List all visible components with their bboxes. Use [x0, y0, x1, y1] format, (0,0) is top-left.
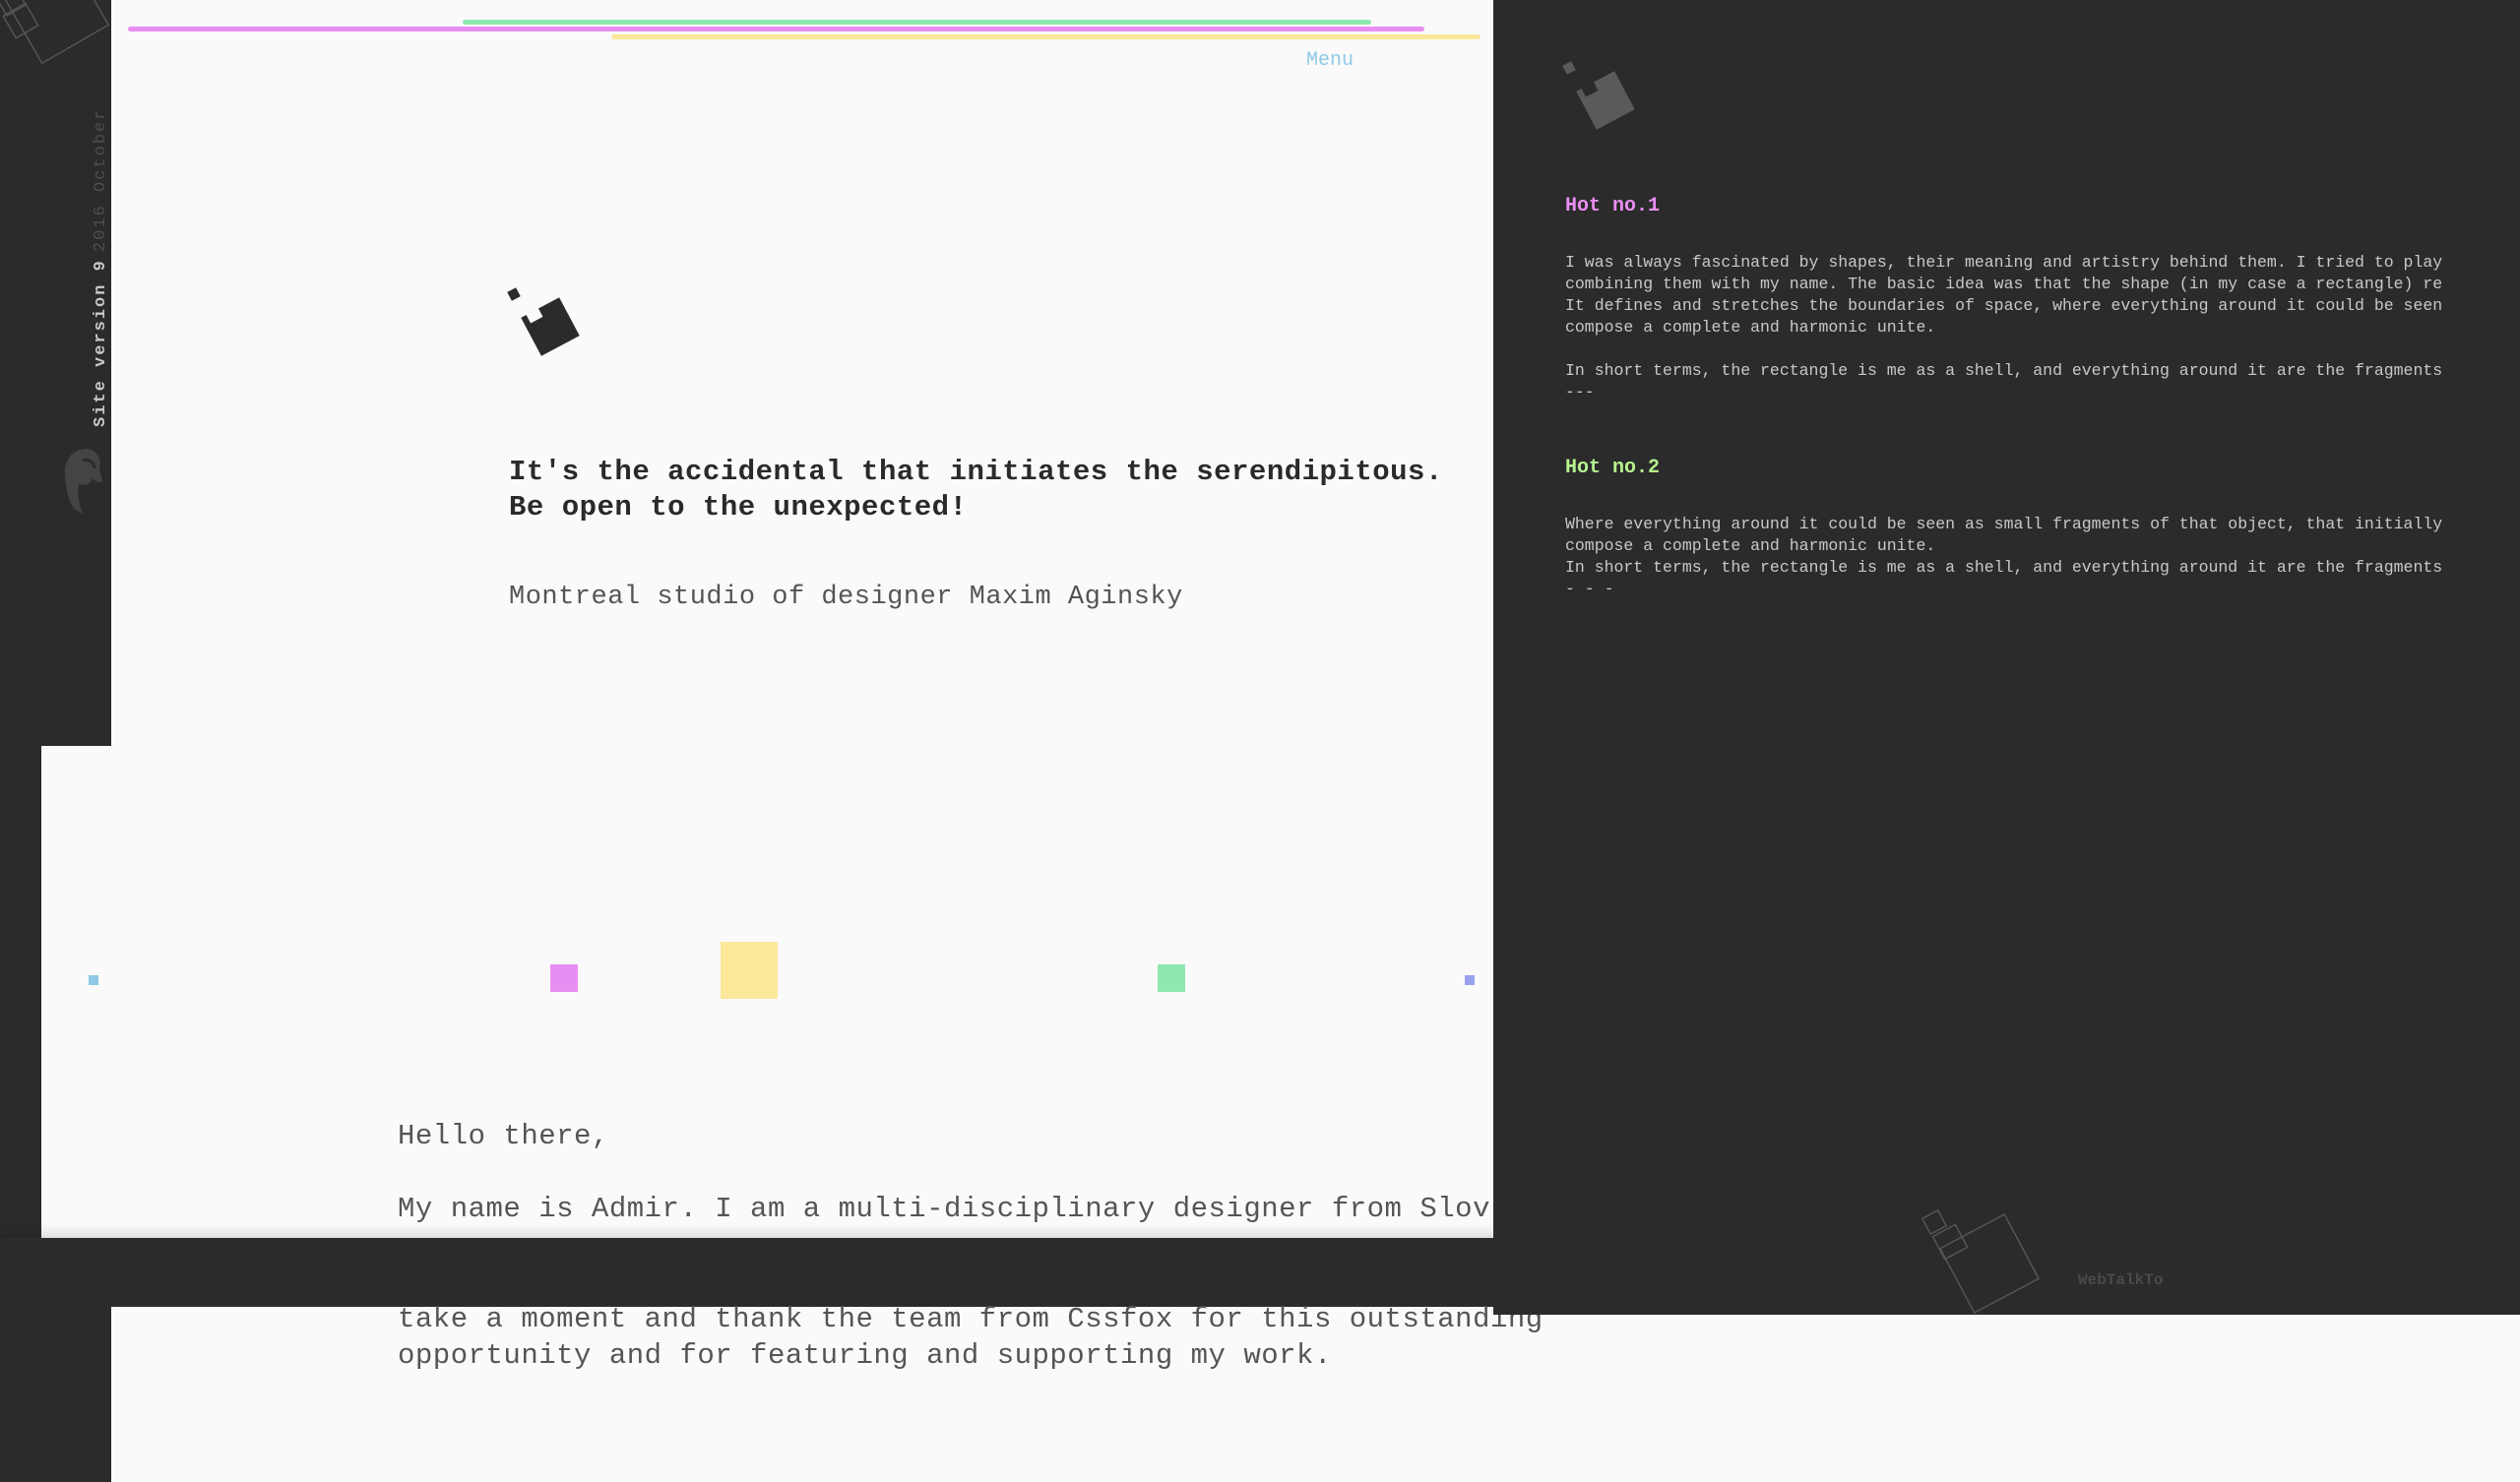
studio-logo-icon [507, 287, 580, 356]
hot-1-line: In short terms, the rectangle is me as a… [1565, 361, 2443, 380]
thanks-line-2: opportunity and for featuring and suppor… [398, 1339, 1332, 1372]
portrait-icon [64, 449, 102, 514]
site-version-label: Site version 9 [92, 259, 110, 427]
hot-2-line: In short terms, the rectangle is me as a… [1565, 558, 2443, 577]
hot-2-line: compose a complete and harmonic unite. [1565, 536, 1936, 555]
hot-1-line: --- [1565, 383, 1595, 401]
hot-1-body: I was always fascinated by shapes, their… [1565, 252, 2442, 403]
hot-1-line [1565, 339, 2442, 360]
quote-line-1: It's the accidental that initiates the s… [509, 456, 1443, 488]
hot-1-line: compose a complete and harmonic unite. [1565, 318, 1936, 337]
yellow-accent-line [611, 34, 1480, 39]
green-square [1158, 964, 1185, 992]
indigo-square [1465, 975, 1475, 985]
pink-square [550, 964, 578, 992]
hot-1-line: I was always fascinated by shapes, their… [1565, 253, 2443, 272]
yellow-square [721, 942, 778, 999]
hot-1-line: combining them with my name. The basic i… [1565, 275, 2443, 293]
hot-panel: Hot no.1 I was always fascinated by shap… [1493, 0, 2520, 1315]
pink-accent-line [128, 27, 1424, 31]
thanks-line-1: take a moment and thank the team from Cs… [398, 1303, 1544, 1335]
site-date-label: 2016 October [92, 107, 110, 252]
hot-1-title: Hot no.1 [1565, 195, 1661, 217]
outline-logo-icon [1921, 1208, 2041, 1315]
hot-1-line: It defines and stretches the boundaries … [1565, 296, 2443, 315]
hero-quote: It's the accidental that initiates the s… [509, 455, 1443, 525]
footer-brand-label: WebTalkTo [2078, 1271, 2164, 1289]
thanks-paragraph: take a moment and thank the team from Cs… [398, 1301, 1544, 1374]
greeting: Hello there, [398, 1120, 609, 1152]
hot-2-title: Hot no.2 [1565, 457, 1661, 479]
outline-logo-icon [0, 0, 110, 65]
hot-2-line: - - - [1565, 580, 1614, 598]
green-accent-line [463, 20, 1371, 25]
intro-panel: Hello there, My name is Admir. I am a mu… [41, 746, 1529, 1238]
intro-line: My name is Admir. I am a multi-disciplin… [398, 1193, 1490, 1225]
hot-2-body: Where everything around it could be seen… [1565, 514, 2442, 600]
hot-2-line: Where everything around it could be seen… [1565, 515, 2443, 533]
hero-panel: Menu It's the accidental that initiates … [111, 0, 1493, 746]
studio-subtitle: Montreal studio of designer Maxim Aginsk… [509, 583, 1183, 612]
quote-line-2: Be open to the unexpected! [509, 491, 968, 524]
blue-square [89, 975, 98, 985]
menu-link[interactable]: Menu [1306, 49, 1354, 72]
studio-logo-icon [1562, 61, 1635, 130]
